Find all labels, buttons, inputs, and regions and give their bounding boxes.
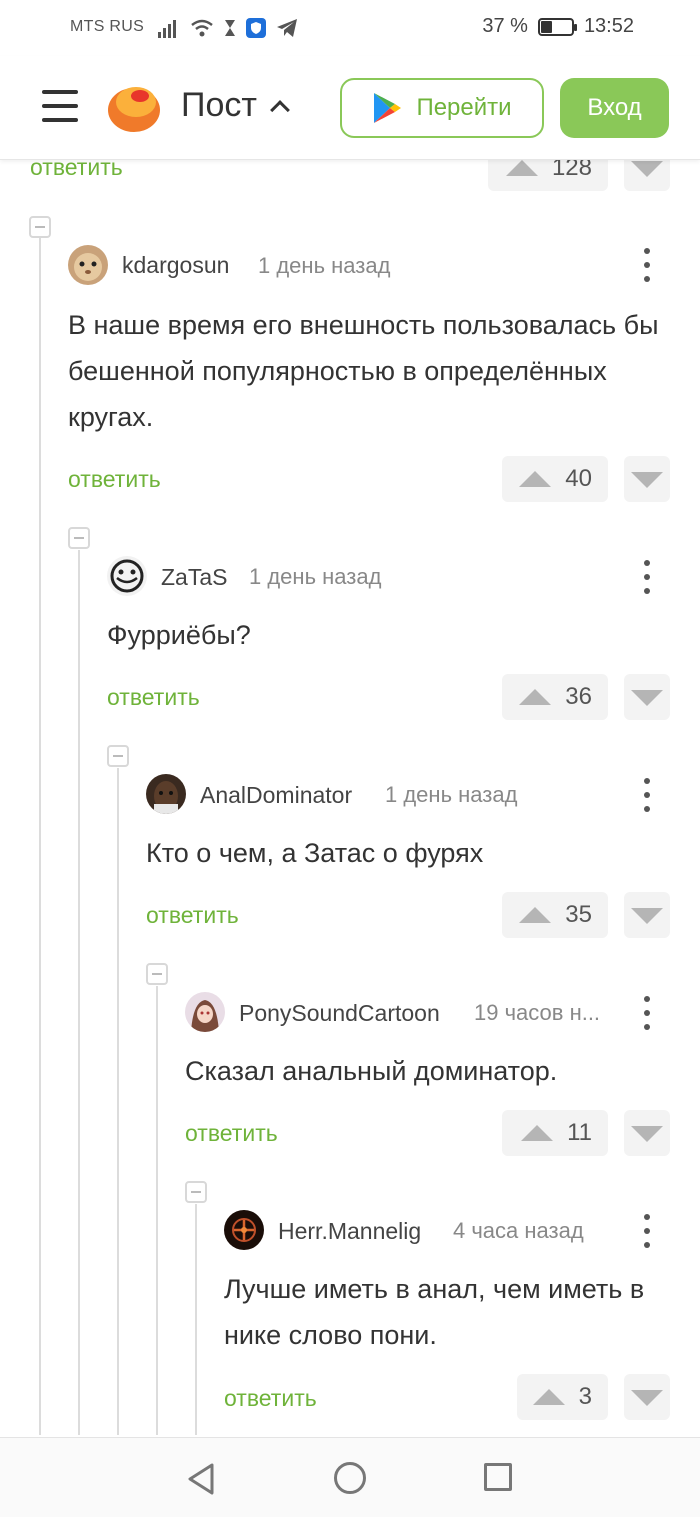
upvote-icon[interactable] [519,471,552,487]
more-vertical-icon[interactable] [641,778,653,812]
score: 11 [567,1119,592,1146]
comments-area: ответить 128 kdargosun 1 день назад В на… [0,160,700,1435]
vote-up-group: 128 [488,160,608,191]
comment-time: 1 день назад [385,782,518,807]
system-nav-bar [0,1437,700,1517]
back-icon[interactable] [186,1462,216,1496]
battery-icon [537,17,577,36]
collapse-icon[interactable] [68,527,90,549]
google-play-icon [374,93,402,123]
avatar[interactable] [224,1210,264,1250]
upvote-icon[interactable] [519,689,552,705]
downvote-icon[interactable] [624,1110,670,1156]
comment-text: В наше время его внешность пользовалась … [68,310,659,432]
upvote-icon[interactable] [532,1389,565,1405]
comment-time: 4 часа назад [453,1218,584,1243]
comment-author[interactable]: Herr.Mannelig [278,1218,421,1245]
carrier-label: MTS RUS [70,18,145,35]
page-title-label: Пост [181,86,257,124]
status-right: 37 % 13:52 [482,15,634,38]
vote-up-group: 36 [502,674,608,720]
downvote-icon[interactable] [624,160,670,191]
vote-up-group: 3 [517,1374,608,1420]
vote-up-group: 11 [502,1110,608,1156]
downvote-icon[interactable] [624,892,670,938]
thread-line [156,986,158,1435]
login-label: Вход [587,94,642,121]
clock: 13:52 [583,15,634,37]
collapse-icon[interactable] [146,963,168,985]
pikabu-logo-icon[interactable] [106,80,162,134]
downvote-icon[interactable] [624,456,670,502]
comment-text: Лучше иметь в анал, чем иметь в нике сло… [224,1274,645,1350]
reply-link[interactable]: ответить [107,684,200,711]
score: 128 [551,160,592,181]
wifi-icon [191,19,213,37]
comment-time: 1 день назад [249,564,382,589]
reply-link[interactable]: ответить [185,1120,278,1147]
reply-link[interactable]: ответить [224,1385,317,1412]
comment-time: 19 часов н... [474,1000,601,1025]
reply-link[interactable]: ответить [30,160,123,181]
thread-line [78,550,80,1435]
score: 35 [565,901,592,928]
thread-line [117,768,119,1435]
open-app-button[interactable]: Перейти [340,78,544,138]
page-title[interactable]: Пост [181,86,290,125]
thread-line [195,1204,197,1435]
avatar[interactable] [146,774,186,814]
vote-up-group: 40 [502,456,608,502]
comment-author[interactable]: PonySoundCartoon [239,1000,440,1027]
login-button[interactable]: Вход [560,78,669,138]
more-vertical-icon[interactable] [641,1214,653,1248]
shield-app-icon [246,18,266,38]
avatar[interactable] [68,245,108,285]
signal-icon [158,20,176,38]
reply-link[interactable]: ответить [146,902,239,929]
score: 40 [565,465,592,492]
downvote-icon[interactable] [624,1374,670,1420]
upvote-icon[interactable] [505,160,538,176]
home-icon[interactable] [334,1462,366,1494]
vote-up-group: 35 [502,892,608,938]
recents-icon[interactable] [484,1463,512,1491]
comment-time: 1 день назад [258,253,391,278]
upvote-icon[interactable] [519,907,552,923]
collapse-icon[interactable] [185,1181,207,1203]
comment-text: Кто о чем, а Затас о фурях [146,838,484,868]
thread-line [39,238,41,1435]
more-vertical-icon[interactable] [641,248,653,282]
battery-percent: 37 % [482,15,528,37]
downvote-icon[interactable] [624,674,670,720]
app-header: Пост Перейти Вход [0,56,700,160]
telegram-icon [277,19,297,37]
avatar[interactable] [107,556,147,596]
chevron-up-icon [270,99,290,120]
comment-author[interactable]: kdargosun [122,252,229,279]
upvote-icon[interactable] [521,1125,554,1141]
collapse-icon[interactable] [107,745,129,767]
avatar[interactable] [185,992,225,1032]
menu-icon[interactable] [42,90,78,122]
status-bar: MTS RUS 37 % 13:52 [0,0,700,56]
collapse-icon[interactable] [29,216,51,238]
comment-text: Фурриёбы? [107,620,251,650]
open-app-label: Перейти [416,94,512,121]
score: 3 [578,1383,592,1410]
comment-author[interactable]: ZaTaS [161,564,227,591]
score: 36 [565,683,592,710]
status-icons [158,16,298,38]
comment-author[interactable]: AnalDominator [200,782,352,809]
hourglass-icon [225,20,235,36]
comment-text: Сказал анальный доминатор. [185,1056,558,1086]
reply-link[interactable]: ответить [68,466,161,493]
more-vertical-icon[interactable] [641,560,653,594]
more-vertical-icon[interactable] [641,996,653,1030]
